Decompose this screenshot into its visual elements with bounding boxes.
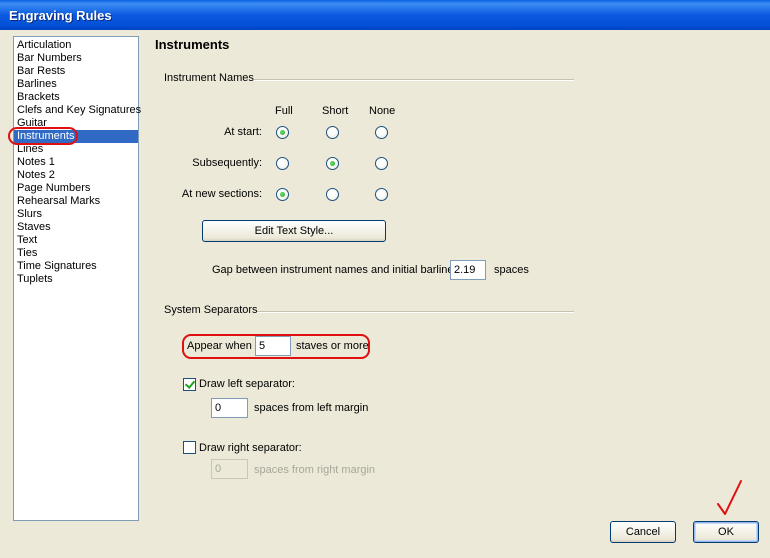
radio-new-sections-short[interactable] [326,188,339,201]
gap-input[interactable]: 2.19 [450,260,486,280]
draw-left-separator-label[interactable]: Draw left separator: [199,378,295,390]
list-item-rehearsal-marks[interactable]: Rehearsal Marks [14,195,138,208]
right-separator-input[interactable]: 0 [211,459,248,479]
column-header-none: None [369,105,396,117]
group-label-system-separators: System Separators [164,304,258,316]
window-title: Engraving Rules [9,8,112,23]
left-separator-input[interactable]: 0 [211,398,248,418]
list-item-bar-rests[interactable]: Bar Rests [14,65,138,78]
list-item-text[interactable]: Text [14,234,138,247]
radio-subsequently-full[interactable] [276,157,289,170]
list-item-page-numbers[interactable]: Page Numbers [14,182,138,195]
column-header-full: Full [275,105,293,117]
gap-label: Gap between instrument names and initial… [212,264,454,276]
radio-subsequently-none[interactable] [375,157,388,170]
row-label-at-new-sections: At new sections: [181,188,262,200]
list-item-staves[interactable]: Staves [14,221,138,234]
row-label-at-start: At start: [224,126,262,138]
title-bar[interactable]: Engraving Rules [0,0,770,30]
category-list[interactable]: Articulation Bar Numbers Bar Rests Barli… [13,36,141,521]
radio-subsequently-short[interactable] [326,157,339,170]
radio-new-sections-none[interactable] [375,188,388,201]
list-item-notes-1[interactable]: Notes 1 [14,156,138,169]
list-item-notes-2[interactable]: Notes 2 [14,169,138,182]
edit-text-style-button[interactable]: Edit Text Style... [202,220,386,242]
appear-when-input[interactable]: 5 [255,336,291,356]
ok-button[interactable]: OK [693,521,759,543]
radio-new-sections-full[interactable] [276,188,289,201]
list-item-slurs[interactable]: Slurs [14,208,138,221]
radio-at-start-none[interactable] [375,126,388,139]
list-item-bar-numbers[interactable]: Bar Numbers [14,52,138,65]
list-item-ties[interactable]: Ties [14,247,138,260]
appear-when-suffix: staves or more [296,340,369,352]
annotation-oval-instruments [8,127,78,145]
row-label-subsequently: Subsequently: [192,157,262,169]
list-item-barlines[interactable]: Barlines [14,78,138,91]
group-label-instrument-names: Instrument Names [164,72,254,84]
list-item-brackets[interactable]: Brackets [14,91,138,104]
cancel-button[interactable]: Cancel [610,521,676,543]
list-item-tuplets[interactable]: Tuplets [14,273,138,286]
draw-right-separator-checkbox[interactable] [183,441,196,454]
list-item-clefs-key-signatures[interactable]: Clefs and Key Signatures [14,104,141,117]
appear-when-label: Appear when [187,340,252,352]
annotation-check-icon [717,480,742,515]
left-separator-suffix: spaces from left margin [254,402,369,414]
right-separator-suffix: spaces from right margin [254,464,376,476]
radio-at-start-short[interactable] [326,126,339,139]
gap-unit-label: spaces [494,264,529,276]
group-divider [257,311,574,313]
list-item-time-signatures[interactable]: Time Signatures [14,260,138,273]
list-item-articulation[interactable]: Articulation [14,39,138,52]
draw-right-separator-label[interactable]: Draw right separator: [199,442,302,454]
group-divider [254,79,574,81]
page-title: Instruments [155,37,230,52]
draw-left-separator-checkbox[interactable] [183,378,196,391]
radio-at-start-full[interactable] [276,126,289,139]
column-header-short: Short [322,105,349,117]
